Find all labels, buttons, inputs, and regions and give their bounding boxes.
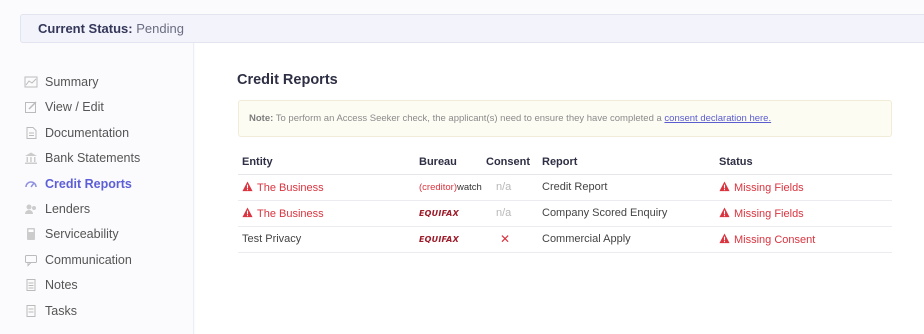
- sidebar-item-view-edit[interactable]: View / Edit: [24, 97, 104, 117]
- note-prefix: Note:: [249, 113, 274, 124]
- sidebar-item-label: Credit Reports: [45, 177, 132, 191]
- sidebar-item-label: Communication: [45, 253, 132, 267]
- report-cell: Commercial Apply: [538, 226, 715, 253]
- status-text: Missing Fields: [734, 207, 804, 220]
- equifax-logo: EQUIFAX: [419, 209, 459, 218]
- sidebar-item-label: Tasks: [45, 304, 77, 318]
- sidebar-item-label: Bank Statements: [45, 151, 141, 165]
- warning-icon: [242, 206, 253, 217]
- sidebar-item-lenders[interactable]: Lenders: [24, 199, 90, 219]
- warning-icon: [719, 232, 730, 243]
- creditorwatch-logo: (creditor)watch: [419, 182, 482, 193]
- consent-cell: n/a: [482, 200, 538, 227]
- equifax-logo: EQUIFAX: [419, 235, 459, 244]
- credit-reports-table: Entity Bureau Consent Report Status The …: [238, 150, 892, 253]
- table-row[interactable]: The Business (creditor)watch n/a Credit …: [238, 174, 892, 201]
- sidebar-item-label: View / Edit: [45, 100, 104, 114]
- calculator-icon: [24, 227, 38, 241]
- entity-name: The Business: [257, 207, 324, 220]
- lenders-icon: [24, 202, 38, 216]
- sidebar-item-label: Serviceability: [45, 227, 119, 241]
- entity-cell[interactable]: Test Privacy: [238, 226, 415, 253]
- status-label: Current Status:: [38, 21, 133, 36]
- sidebar-nav: Summary View / Edit Documentation Bank S…: [0, 43, 194, 334]
- chart-icon: [24, 75, 38, 89]
- consent-missing-icon: ✕: [482, 226, 538, 253]
- report-cell: Company Scored Enquiry: [538, 200, 715, 227]
- current-status-bar: Current Status: Pending: [20, 14, 924, 43]
- sidebar-item-notes[interactable]: Notes: [24, 275, 78, 295]
- bureau-cell: (creditor)watch: [415, 174, 482, 201]
- sidebar-item-credit-reports[interactable]: Credit Reports: [24, 174, 132, 194]
- sidebar-item-label: Lenders: [45, 202, 91, 216]
- consent-declaration-link[interactable]: consent declaration here.: [664, 113, 771, 124]
- status-cell: Missing Fields: [715, 174, 892, 201]
- sidebar-item-label: Notes: [45, 278, 78, 292]
- tasks-icon: [24, 304, 38, 318]
- entity-name: The Business: [257, 181, 324, 194]
- sidebar-item-label: Documentation: [45, 126, 130, 140]
- status-cell: Missing Fields: [715, 200, 892, 227]
- warning-icon: [719, 206, 730, 217]
- column-header-bureau: Bureau: [415, 150, 482, 175]
- sidebar-item-communication[interactable]: Communication: [24, 250, 132, 270]
- warning-icon: [242, 180, 253, 191]
- entity-cell[interactable]: The Business: [238, 174, 415, 201]
- consent-cell: n/a: [482, 174, 538, 201]
- edit-icon: [24, 100, 38, 114]
- column-header-entity: Entity: [238, 150, 415, 175]
- status-text: Missing Fields: [734, 181, 804, 194]
- page-title: Credit Reports: [237, 72, 338, 88]
- main-content: Credit Reports Note: To perform an Acces…: [195, 43, 924, 334]
- bank-icon: [24, 151, 38, 165]
- communication-icon: [24, 253, 38, 267]
- status-value: Pending: [136, 21, 184, 36]
- consent-note: Note: To perform an Access Seeker check,…: [238, 100, 892, 137]
- credit-report-icon: [24, 177, 38, 191]
- status-cell: Missing Consent: [715, 226, 892, 253]
- bureau-cell: EQUIFAX: [415, 226, 482, 253]
- sidebar-item-summary[interactable]: Summary: [24, 72, 98, 92]
- note-text: To perform an Access Seeker check, the a…: [273, 113, 665, 124]
- column-header-report: Report: [538, 150, 715, 175]
- table-header-row: Entity Bureau Consent Report Status: [238, 150, 892, 175]
- warning-icon: [719, 180, 730, 191]
- sidebar-item-bank-statements[interactable]: Bank Statements: [24, 148, 140, 168]
- status-text: Missing Consent: [734, 233, 816, 246]
- entity-cell[interactable]: The Business: [238, 200, 415, 227]
- table-row[interactable]: Test Privacy EQUIFAX ✕ Commercial Apply …: [238, 226, 892, 253]
- sidebar-item-label: Summary: [45, 75, 99, 89]
- sidebar-item-tasks[interactable]: Tasks: [24, 301, 77, 321]
- notes-icon: [24, 278, 38, 292]
- entity-name: Test Privacy: [242, 233, 302, 245]
- bureau-cell: EQUIFAX: [415, 200, 482, 227]
- document-icon: [24, 126, 38, 140]
- column-header-status: Status: [715, 150, 892, 175]
- table-row[interactable]: The Business EQUIFAX n/a Company Scored …: [238, 200, 892, 227]
- sidebar-item-serviceability[interactable]: Serviceability: [24, 224, 119, 244]
- sidebar-item-documentation[interactable]: Documentation: [24, 123, 129, 143]
- report-cell: Credit Report: [538, 174, 715, 201]
- column-header-consent: Consent: [482, 150, 538, 175]
